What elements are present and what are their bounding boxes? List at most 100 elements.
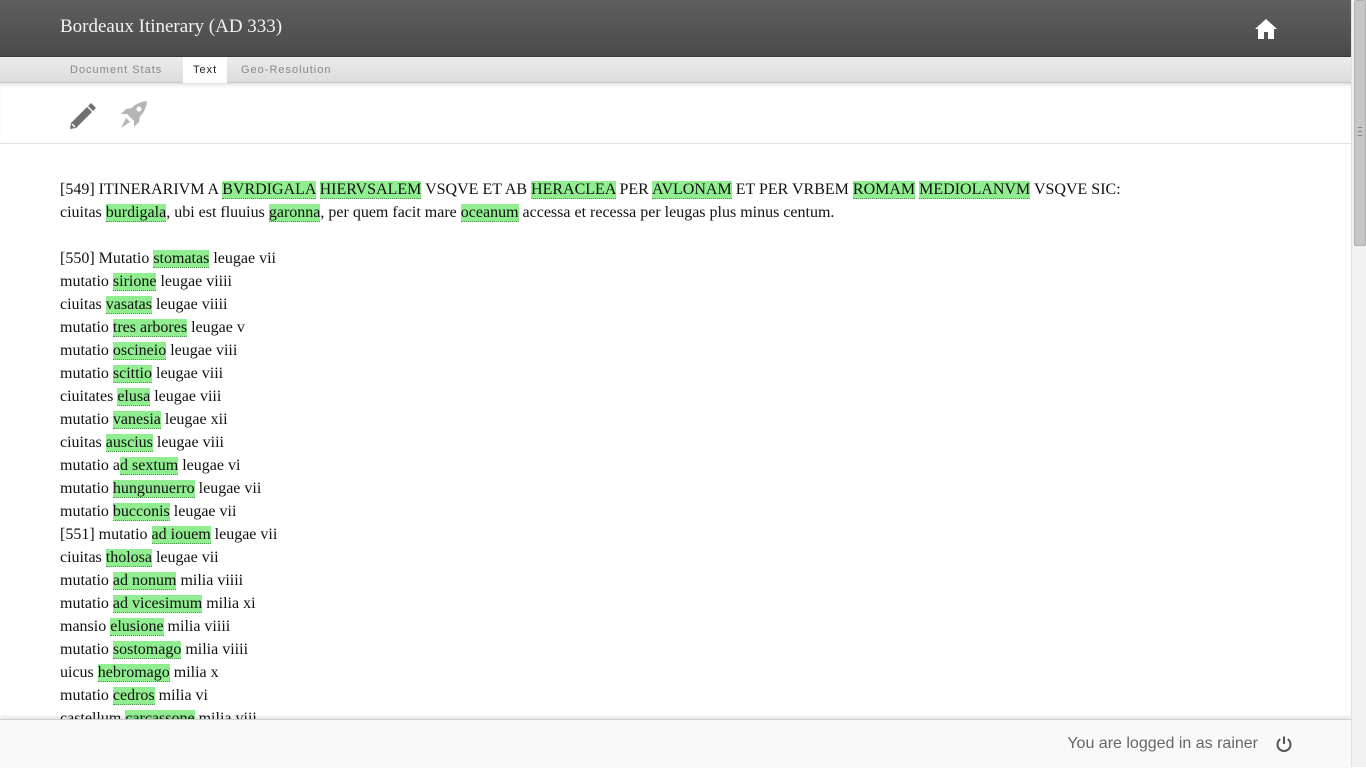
text-line: mutatio bucconis leugae vii [60,500,1331,523]
text-segment: leugae vi [178,457,241,474]
text-segment: castellum [60,710,126,719]
text-segment: ciuitas [60,296,106,313]
text-line: ciuitas tholosa leugae vii [60,546,1331,569]
text-segment: leugae viii [152,434,224,451]
text-segment: mutatio [60,365,113,382]
text-line: uicus hebromago milia x [60,661,1331,684]
text-segment: mutatio [60,503,113,520]
text-segment: leugae viiii [151,296,228,313]
place-annotation[interactable]: bucconis [112,503,170,521]
place-annotation[interactable]: oscineio [112,342,167,360]
text-line: mutatio vanesia leugae xii [60,408,1331,431]
text-segment: , per quem facit mare [320,204,461,221]
text-segment: milia viiii [176,572,244,589]
place-annotation[interactable]: BVRDIGALA [222,181,316,199]
tab-text[interactable]: Text [183,57,228,83]
text-segment: milia x [169,664,219,681]
place-annotation[interactable]: d sextum [119,457,179,475]
text-segment: leugae v [187,319,245,336]
text-segment: mutatio [60,595,113,612]
place-annotation[interactable]: cedros [112,687,155,705]
place-annotation[interactable]: ad iouem [151,526,211,544]
place-annotation[interactable]: stomatas [153,250,210,268]
text-segment: leugae viii [150,388,222,405]
grip-icon [1358,127,1362,136]
tab-document-stats[interactable]: Document Stats [60,57,172,82]
top-bar: Bordeaux Itinerary (AD 333) [0,0,1351,57]
place-annotation[interactable]: scittio [112,365,152,383]
text-segment [316,181,320,198]
place-annotation[interactable]: garonna [268,204,321,222]
pencil-icon[interactable] [66,99,98,131]
text-segment: VSQVE SIC: [1030,181,1121,198]
text-segment: leugae viii [152,365,224,382]
text-line: mutatio cedros milia vi [60,684,1331,707]
text-segment: milia viiii [163,618,231,635]
text-line: ciuitas auscius leugae viii [60,431,1331,454]
text-line: mutatio tres arbores leugae v [60,316,1331,339]
place-annotation[interactable]: HIERVSALEM [319,181,422,199]
text-segment: ciuitas [60,204,106,221]
place-annotation[interactable]: elusa [117,388,151,406]
text-line: [549] ITINERARIVM A BVRDIGALA HIERVSALEM… [60,178,1331,201]
place-annotation[interactable]: sostomago [112,641,182,659]
scrollbar-thumb[interactable] [1354,0,1366,246]
text-segment: [550] Mutatio [60,250,154,267]
place-annotation[interactable]: oceanum [460,204,519,222]
rocket-icon[interactable] [117,99,149,131]
place-annotation[interactable]: MEDIOLANVM [919,181,1031,199]
footer: You are logged in as rainer [0,719,1351,768]
place-annotation[interactable]: elusione [110,618,164,636]
power-icon[interactable] [1275,735,1293,753]
text-segment: mutatio [60,572,113,589]
text-segment: mutatio [60,687,113,704]
text-line: ciuitas vasatas leugae viiii [60,293,1331,316]
place-annotation[interactable]: HERACLEA [531,181,616,199]
text-segment: mansio [60,618,111,635]
text-segment: mutatio a [60,457,120,474]
place-annotation[interactable]: tholosa [105,549,152,567]
place-annotation[interactable]: burdigala [105,204,167,222]
text-segment: leugae vii [210,526,278,543]
text-segment: mutatio [60,411,113,428]
text-segment: milia viiii [181,641,249,658]
vertical-scrollbar[interactable] [1351,0,1366,767]
text-segment: leugae vii [209,250,276,267]
text-line: [551] mutatio ad iouem leugae vii [60,523,1331,546]
text-line: ciuitas burdigala, ubi est fluuius garon… [60,201,1331,224]
text-segment: mutatio [60,319,113,336]
text-segment: leugae viii [166,342,238,359]
place-annotation[interactable]: vasatas [105,296,152,314]
place-annotation[interactable]: ROMAM [852,181,916,199]
place-annotation[interactable]: sirione [112,273,157,291]
place-annotation[interactable]: hebromago [97,664,170,682]
home-icon[interactable] [1254,18,1278,40]
text-line: mutatio sirione leugae viiii [60,270,1331,293]
text-segment: milia vi [154,687,208,704]
text-segment: , ubi est fluuius [166,204,269,221]
place-annotation[interactable]: auscius [105,434,153,452]
place-annotation[interactable]: vanesia [112,411,161,429]
place-annotation[interactable]: ad vicesimum [112,595,203,613]
text-line: castellum carcassone milia viii [60,707,1331,719]
text-segment: leugae vii [169,503,237,520]
text-segment: [551] mutatio [60,526,152,543]
tab-geo-resolution[interactable]: Geo-Resolution [231,57,341,82]
text-segment: mutatio [60,273,113,290]
text-segment: mutatio [60,480,113,497]
place-annotation[interactable]: hungunuerro [112,480,195,498]
place-annotation[interactable]: tres arbores [112,319,188,337]
text-segment: leugae vii [194,480,262,497]
text-segment: leugae xii [160,411,228,428]
place-annotation[interactable]: AVLONAM [651,181,732,199]
text-segment: milia viii [194,710,257,719]
text-line: mutatio scittio leugae viii [60,362,1331,385]
document-title: Bordeaux Itinerary (AD 333) [60,16,283,37]
text-segment: mutatio [60,641,113,658]
text-segment: uicus [60,664,98,681]
text-line: [550] Mutatio stomatas leugae vii [60,247,1331,270]
text-segment: ciuitas [60,549,106,566]
toolbar [0,83,1351,144]
place-annotation[interactable]: carcassone [125,710,195,719]
place-annotation[interactable]: ad nonum [112,572,177,590]
